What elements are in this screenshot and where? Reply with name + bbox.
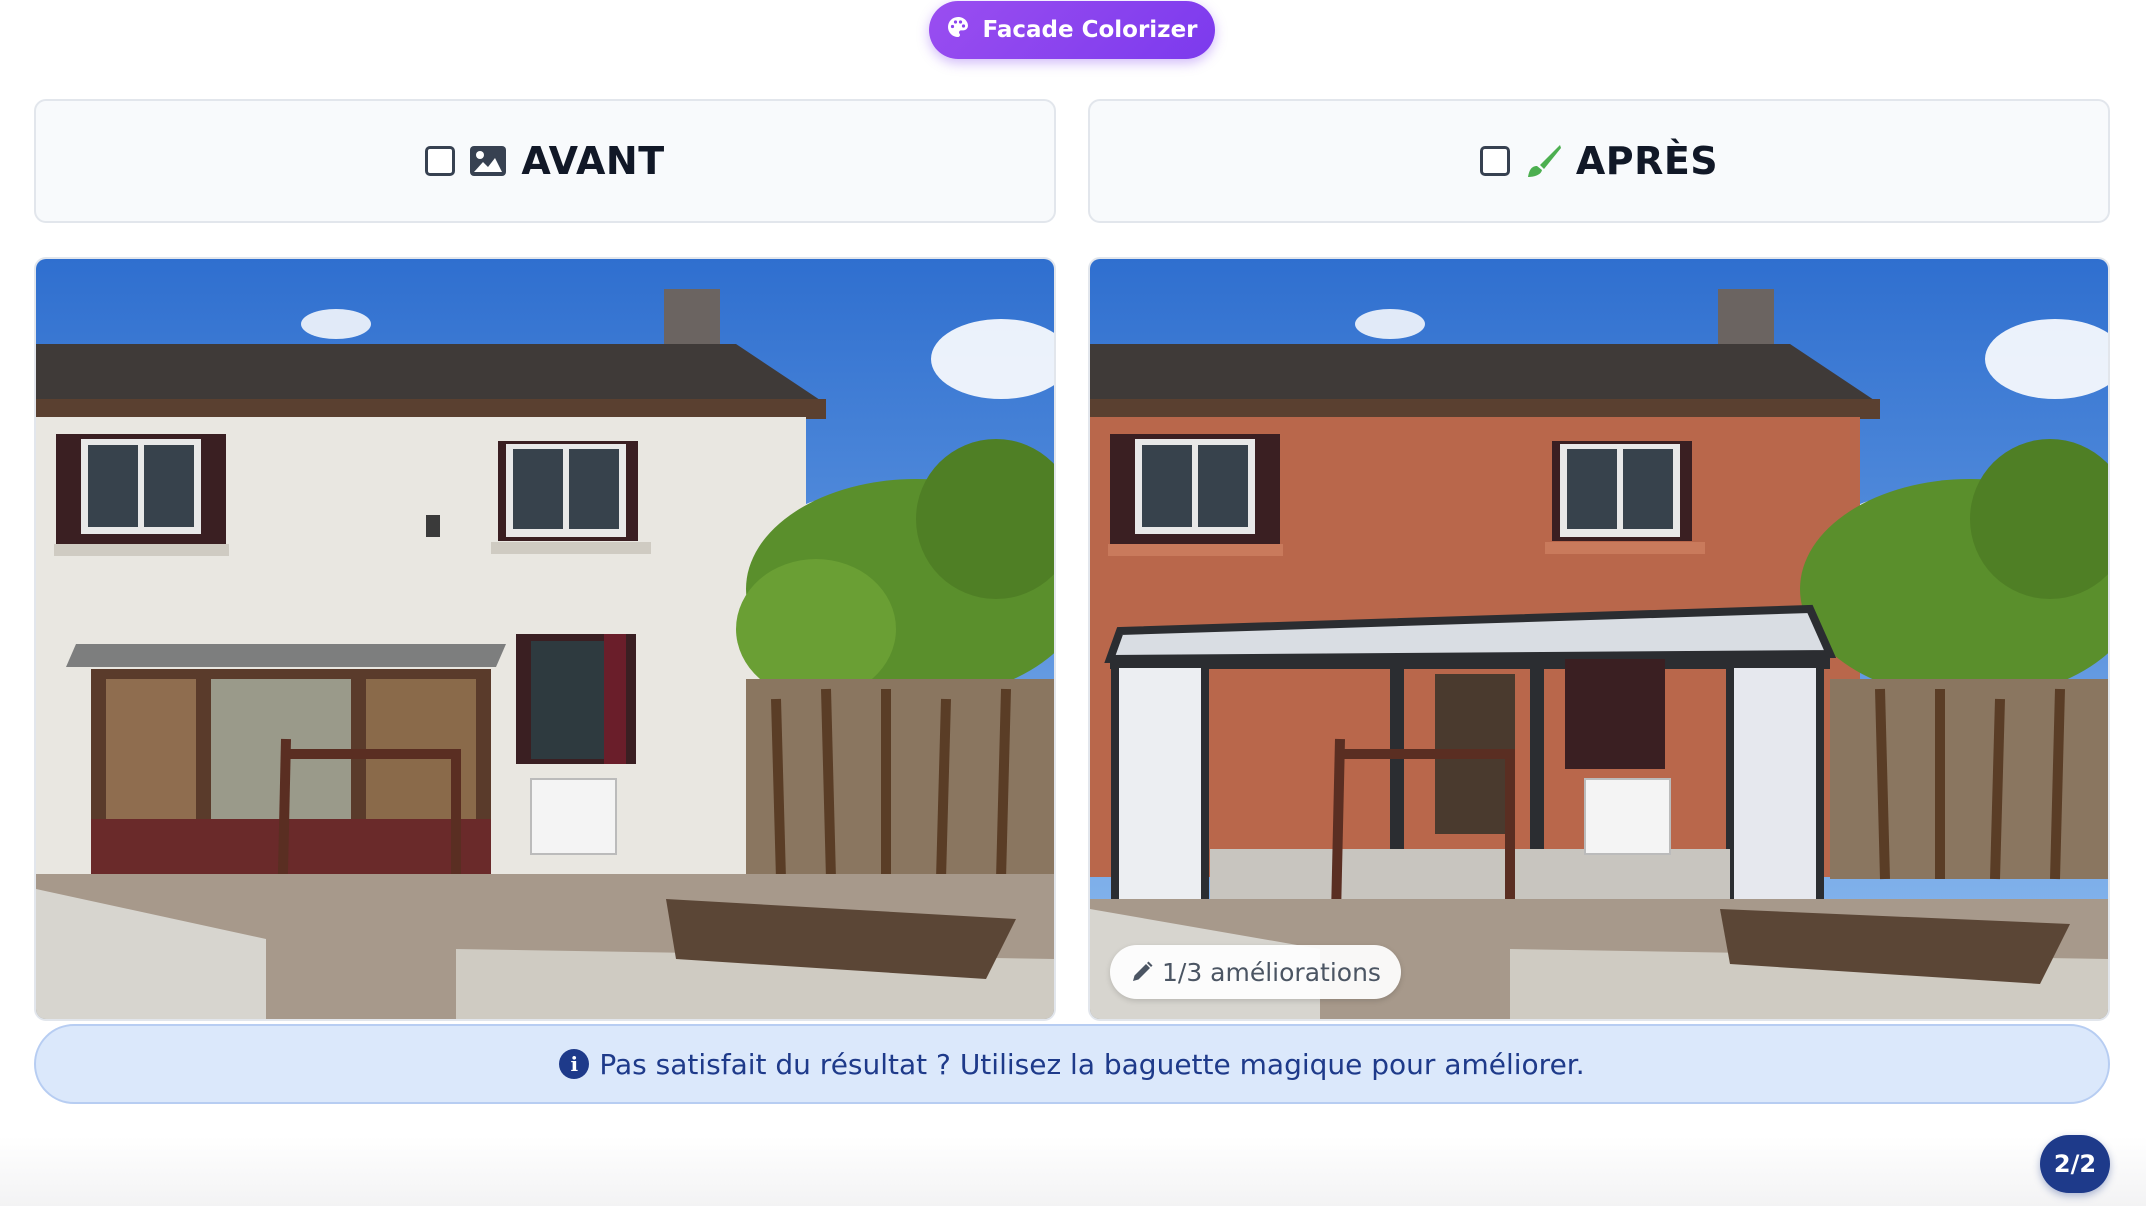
- before-checkbox[interactable]: [425, 146, 456, 176]
- before-photo[interactable]: [34, 257, 1056, 1021]
- before-title: AVANT: [521, 139, 665, 183]
- after-photo[interactable]: 1/3 améliorations: [1088, 257, 2110, 1021]
- info-banner: i Pas satisfait du résultat ? Utilisez l…: [34, 1024, 2110, 1104]
- before-panel-header: AVANT: [34, 99, 1056, 223]
- after-checkbox[interactable]: [1479, 146, 1510, 176]
- after-title: APRÈS: [1575, 139, 1719, 183]
- page-counter[interactable]: 2/2: [2040, 1135, 2110, 1193]
- image-icon: [469, 144, 507, 178]
- pencil-icon: [1130, 960, 1154, 984]
- info-message: Pas satisfait du résultat ? Utilisez la …: [599, 1047, 1585, 1081]
- bottom-fade: [0, 1136, 2146, 1206]
- info-icon: i: [559, 1049, 590, 1079]
- improvements-badge[interactable]: 1/3 améliorations: [1110, 945, 1401, 999]
- palette-icon: [946, 15, 970, 45]
- improvements-count: 1/3 améliorations: [1162, 957, 1381, 987]
- app-title: Facade Colorizer: [982, 17, 1198, 43]
- after-panel-header: APRÈS: [1088, 99, 2110, 223]
- app-title-button[interactable]: Facade Colorizer: [929, 1, 1215, 59]
- paintbrush-icon: [1524, 144, 1562, 178]
